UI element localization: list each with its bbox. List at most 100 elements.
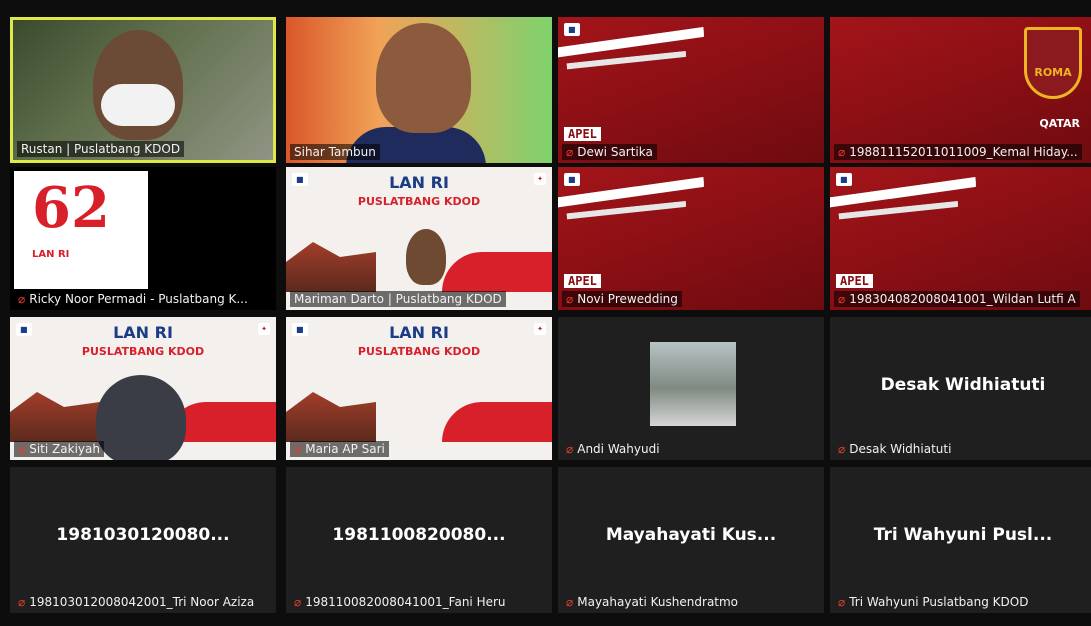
participant-tile[interactable]: Tri Wahyuni Pusl... ⌀ Tri Wahyuni Puslatba… [830,467,1091,613]
participant-video [650,342,736,426]
participant-tile[interactable]: ■ ✦ LAN RI PUSLATBANG KDOD ⌀ Siti Zakiyah [10,317,276,460]
roma-logo: ROMA [1024,27,1082,99]
apel-overlay: APEL [564,127,601,141]
poster-text: LAN RI [32,249,70,260]
video-feed: 1981100820080... [286,467,552,613]
participant-name-label: ⌀ 198304082008041001_Wildan Lutfi A [834,291,1080,307]
participant-name-label: ⌀ Tri Wahyuni Puslatbang KDOD [834,594,1032,610]
mic-muted-icon: ⌀ [838,442,846,456]
mic-muted-icon: ⌀ [838,145,846,159]
participant-display-name: 1981030120080... [56,525,230,545]
participant-display-name: 1981100820080... [332,525,506,545]
sponsor-text: QATAR [1039,117,1080,130]
poster-number: 62 [32,175,110,241]
participant-name-label: ⌀ Ricky Noor Permadi - Puslatbang K... [14,291,252,307]
face-mask [101,84,175,126]
slide-red-curve [442,252,552,292]
slide-title: LAN RI [113,323,173,342]
video-feed: 62 LAN RI [10,167,276,310]
slide-subtitle: PUSLATBANG KDOD [357,345,481,358]
video-feed [13,20,273,160]
participant-display-name: Tri Wahyuni Pusl... [873,525,1053,545]
participant-tile[interactable]: ■ ✦ LAN RI PUSLATBANG KDOD Mariman Darto | P… [286,167,552,310]
participant-name-label: Sihar Tambun [290,144,380,160]
participant-name: Desak Widhiatuti [849,442,952,456]
video-grid: Rustan | Puslatbang KDOD Sihar Tambun ■ APE… [10,17,1091,613]
participant-tile[interactable]: 1981100820080... ⌀ 198110082008041001_Fani… [286,467,552,613]
mic-muted-icon: ⌀ [294,442,302,456]
participant-name: Andi Wahyudi [577,442,660,456]
video-feed: Mayahayati Kus... [558,467,824,613]
participant-display-name: Desak Widhiatuti [880,375,1046,395]
lan-logo: ■ [564,23,580,36]
video-feed: Tri Wahyuni Pusl... [830,467,1091,613]
participant-tile[interactable]: ⌀ Andi Wahyudi [558,317,824,460]
participant-tile[interactable]: 62 LAN RI ⌀ Ricky Noor Permadi - Puslatbang… [10,167,276,310]
participant-tile[interactable]: ■ APEL ⌀ Novi Prewedding [558,167,824,310]
video-feed [558,317,824,460]
participant-tile[interactable]: Rustan | Puslatbang KDOD [10,17,276,163]
participant-name: Ricky Noor Permadi - Puslatbang K... [29,292,248,306]
participant-name: Tri Wahyuni Puslatbang KDOD [849,595,1029,609]
building-image [286,392,376,442]
apel-overlay: APEL [836,274,873,288]
participant-video [96,375,186,460]
participant-name-label: Rustan | Puslatbang KDOD [17,141,185,157]
participant-tile[interactable]: ROMA QATAR ⌀ 198811152011011009_Kemal Hiday… [830,17,1091,163]
slide-subtitle: PUSLATBANG KDOD [81,345,205,358]
participant-tile[interactable]: Mayahayati Kus... ⌀ Mayahayati Kushendratm… [558,467,824,613]
slide-red-curve [442,402,552,442]
participant-video [406,229,446,285]
participant-name-label: ⌀ Andi Wahyudi [562,441,664,457]
participant-name-label: ⌀ 198103012008042001_Tri Noor Aziza [14,594,258,610]
participant-name: Maria AP Sari [305,442,385,456]
building-image [10,392,100,442]
video-feed: ■ APEL [558,17,824,163]
participant-tile[interactable]: 1981030120080... ⌀ 198103012008042001_Tri … [10,467,276,613]
mic-muted-icon: ⌀ [18,292,26,306]
video-feed: Desak Widhiatuti [830,317,1091,460]
mic-muted-icon: ⌀ [838,595,846,609]
participant-name-label: ⌀ 198110082008041001_Fani Heru [290,594,510,610]
video-feed [286,17,552,163]
video-feed: ■ APEL [558,167,824,310]
lan-logo: ■ [836,173,852,186]
slide-title: LAN RI [389,323,449,342]
video-feed: 1981030120080... [10,467,276,613]
video-feed: ROMA QATAR [830,17,1091,163]
participant-tile[interactable]: ■ APEL ⌀ 198304082008041001_Wildan Lutfi A [830,167,1091,310]
slide-title: LAN RI [389,173,449,192]
participant-name: Mayahayati Kushendratmo [577,595,739,609]
participant-tile[interactable]: ■ APEL ⌀ Dewi Sartika [558,17,824,163]
mic-muted-icon: ⌀ [566,442,574,456]
participant-name: 198304082008041001_Wildan Lutfi A [849,292,1076,306]
building-image [286,242,376,292]
mic-muted-icon: ⌀ [18,442,26,456]
participant-name-label: ⌀ Mayahayati Kushendratmo [562,594,742,610]
video-feed: ■ ✦ LAN RI PUSLATBANG KDOD [286,167,552,310]
video-feed: ■ ✦ LAN RI PUSLATBANG KDOD [286,317,552,460]
mic-muted-icon: ⌀ [18,595,26,609]
participant-name: Mariman Darto | Puslatbang KDOD [294,292,502,306]
mic-muted-icon: ⌀ [566,595,574,609]
participant-name-label: Mariman Darto | Puslatbang KDOD [290,291,506,307]
participant-name: Rustan | Puslatbang KDOD [21,142,181,156]
participant-tile[interactable]: ■ ✦ LAN RI PUSLATBANG KDOD ⌀ Maria AP Sari [286,317,552,460]
participant-name-label: ⌀ Siti Zakiyah [14,441,104,457]
participant-name-label: ⌀ Dewi Sartika [562,144,657,160]
participant-video [93,30,183,140]
participant-name: 198110082008041001_Fani Heru [305,595,506,609]
mic-muted-icon: ⌀ [566,145,574,159]
participant-name-label: ⌀ 198811152011011009_Kemal Hiday... [834,144,1082,160]
participant-tile[interactable]: Sihar Tambun [286,17,552,163]
participant-name-label: ⌀ Novi Prewedding [562,291,682,307]
participant-name: Sihar Tambun [294,145,376,159]
participant-name: Dewi Sartika [577,145,653,159]
participant-name: 198103012008042001_Tri Noor Aziza [29,595,255,609]
slide-subtitle: PUSLATBANG KDOD [357,195,481,208]
participant-tile[interactable]: Desak Widhiatuti ⌀ Desak Widhiatuti [830,317,1091,460]
participant-name-label: ⌀ Desak Widhiatuti [834,441,955,457]
lan-logo: ■ [564,173,580,186]
participant-name-label: ⌀ Maria AP Sari [290,441,389,457]
participant-video [376,23,471,133]
